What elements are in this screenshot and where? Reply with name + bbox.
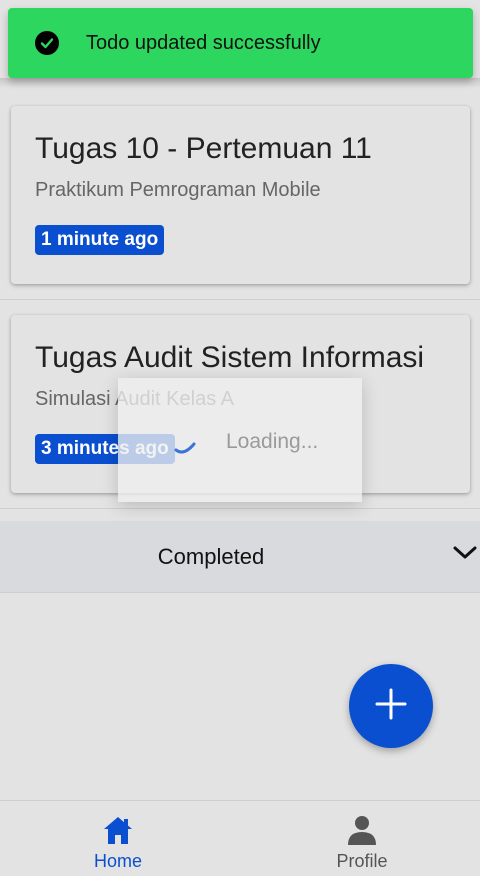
tab-home[interactable]: Home	[0, 801, 240, 876]
loading-dialog: Loading...	[118, 378, 362, 502]
bottom-tab-bar: Home Profile	[0, 800, 480, 876]
spinner-icon	[174, 438, 196, 461]
person-icon	[346, 815, 378, 850]
tab-home-label: Home	[93, 851, 142, 871]
todo-title: Tugas Audit Sistem Informasi	[35, 341, 425, 374]
toast-notification: Todo updated successfully	[8, 8, 473, 78]
loading-text: Loading...	[226, 430, 319, 453]
completed-label: Completed	[157, 543, 265, 569]
header-shadow	[0, 78, 480, 88]
divider	[0, 508, 480, 509]
todo-title: Tugas 10 - Pertemuan 11	[35, 132, 372, 165]
home-icon	[102, 815, 134, 850]
divider	[0, 299, 480, 300]
tab-profile-label: Profile	[336, 851, 388, 871]
plus-icon	[374, 687, 408, 726]
todo-time-badge: 1 minute ago	[35, 225, 165, 255]
completed-accordion[interactable]: Completed	[0, 521, 480, 593]
todo-card[interactable]: Tugas 10 - Pertemuan 11 Praktikum Pemrog…	[11, 106, 470, 284]
tab-profile[interactable]: Profile	[244, 801, 480, 876]
check-circle-icon	[35, 31, 59, 55]
toast-message: Todo updated successfully	[86, 31, 321, 54]
chevron-down-icon	[452, 545, 478, 566]
todo-subtitle: Praktikum Pemrograman Mobile	[35, 179, 321, 201]
add-todo-button[interactable]	[349, 664, 433, 748]
